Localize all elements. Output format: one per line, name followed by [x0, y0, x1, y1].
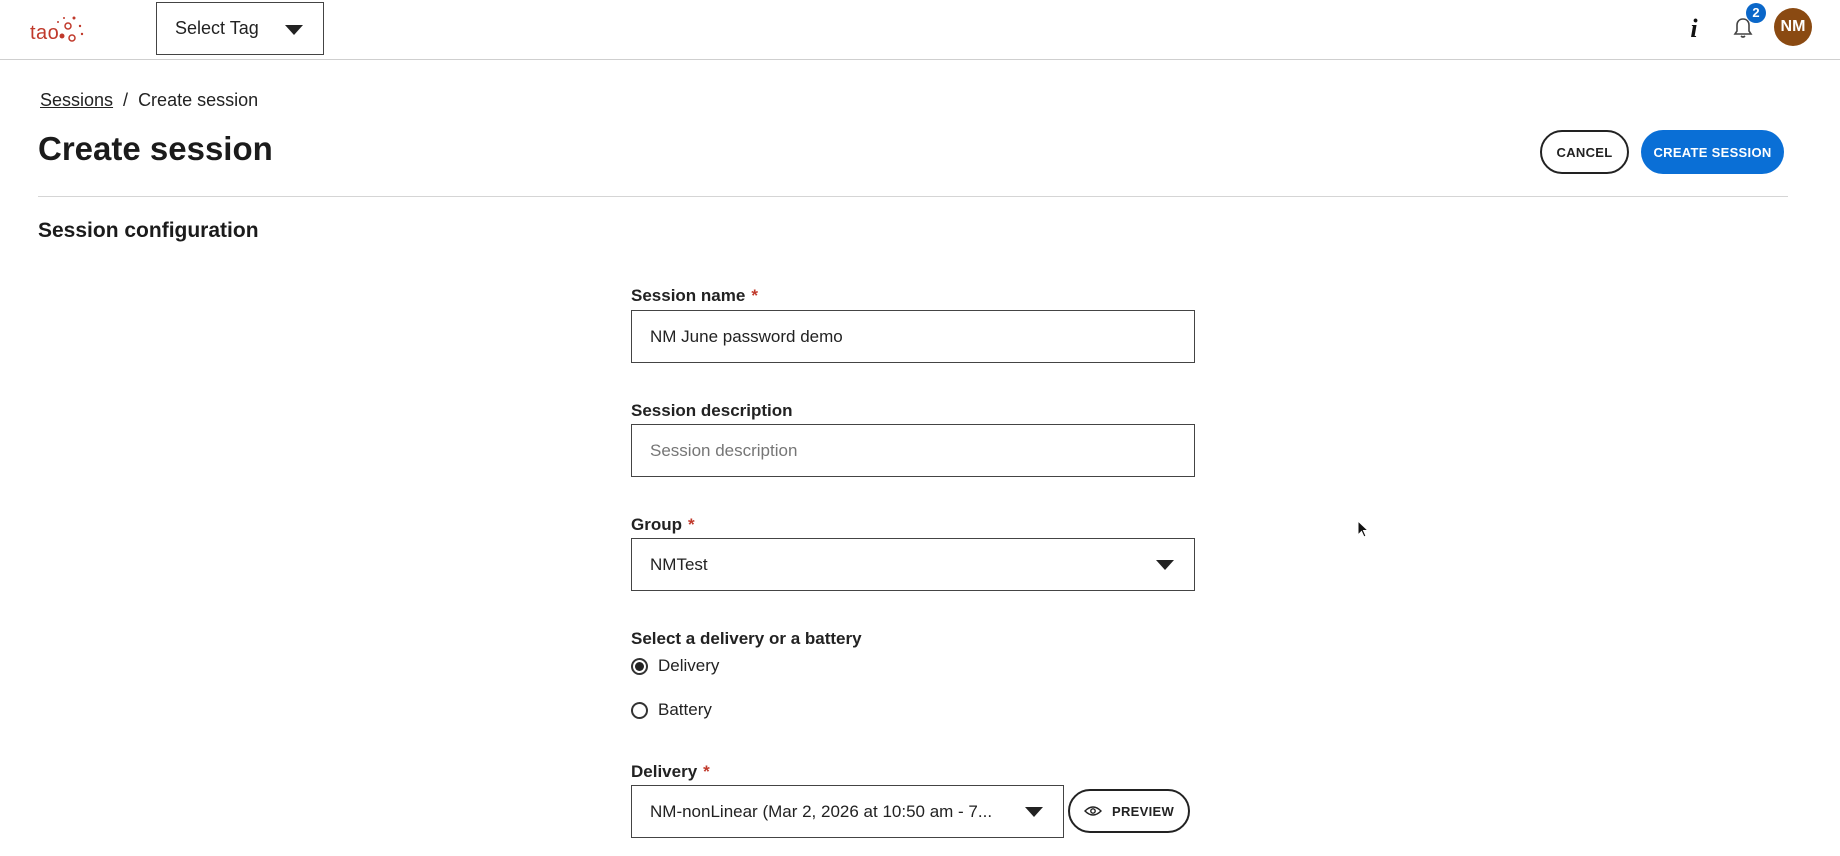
info-icon[interactable]: i	[1684, 14, 1704, 44]
required-marker: *	[688, 515, 695, 534]
session-name-input[interactable]: NM June password demo	[631, 310, 1195, 363]
breadcrumb-sessions-link[interactable]: Sessions	[40, 90, 113, 110]
delivery-or-battery-label: Select a delivery or a battery	[631, 629, 862, 648]
session-description-label-text: Session description	[631, 401, 793, 420]
session-name-label: Session name *	[631, 286, 758, 306]
section-title: Session configuration	[38, 219, 259, 242]
session-name-label-text: Session name	[631, 286, 746, 305]
radio-delivery-label: Delivery	[658, 656, 720, 675]
group-label-text: Group	[631, 515, 682, 534]
user-avatar[interactable]: NM	[1774, 8, 1812, 46]
create-session-button[interactable]: CREATE SESSION	[1641, 130, 1784, 174]
radio-button-unchecked-icon	[631, 701, 648, 719]
group-select[interactable]: NMTest	[631, 538, 1195, 591]
page-title: Create session	[38, 130, 273, 167]
delivery-select-value: NM-nonLinear (Mar 2, 2026 at 10:50 am - …	[650, 801, 993, 821]
session-description-label: Session description	[631, 401, 793, 421]
preview-label: PREVIEW	[1111, 803, 1175, 819]
header-divider	[38, 196, 1788, 197]
cancel-button[interactable]: CANCEL	[1540, 130, 1629, 174]
required-marker: *	[751, 286, 758, 305]
group-label: Group *	[631, 515, 695, 535]
radio-battery-label: Battery	[658, 700, 712, 719]
delivery-select[interactable]: NM-nonLinear (Mar 2, 2026 at 10:50 am - …	[631, 785, 1064, 838]
delivery-label-text: Delivery	[631, 762, 698, 781]
breadcrumb-separator: /	[123, 90, 129, 110]
radio-button-checked-icon	[631, 657, 648, 675]
preview-button[interactable]: PREVIEW	[1068, 789, 1190, 833]
select-tag-label: Select Tag	[175, 18, 259, 38]
notification-count-badge: 2	[1746, 3, 1766, 23]
caret-down-icon	[1025, 807, 1043, 817]
caret-down-icon	[285, 25, 303, 35]
caret-down-icon	[1156, 560, 1174, 570]
tao-logo[interactable]: tao	[28, 12, 88, 48]
mouse-cursor-icon	[1357, 520, 1369, 538]
radio-delivery[interactable]: Delivery	[631, 656, 719, 676]
top-bar: tao Select Tag i 2 NM	[0, 0, 1840, 60]
breadcrumb: Sessions / Create session	[40, 90, 258, 111]
required-marker: *	[703, 762, 710, 781]
group-select-value: NMTest	[650, 554, 708, 574]
eye-icon	[1083, 806, 1102, 816]
breadcrumb-current: Create session	[138, 90, 259, 110]
session-description-input[interactable]: Session description	[631, 424, 1195, 477]
delivery-label: Delivery *	[631, 762, 710, 782]
select-tag-dropdown[interactable]: Select Tag	[156, 2, 324, 55]
radio-battery[interactable]: Battery	[631, 700, 712, 720]
logo-mark-icon	[57, 16, 84, 42]
